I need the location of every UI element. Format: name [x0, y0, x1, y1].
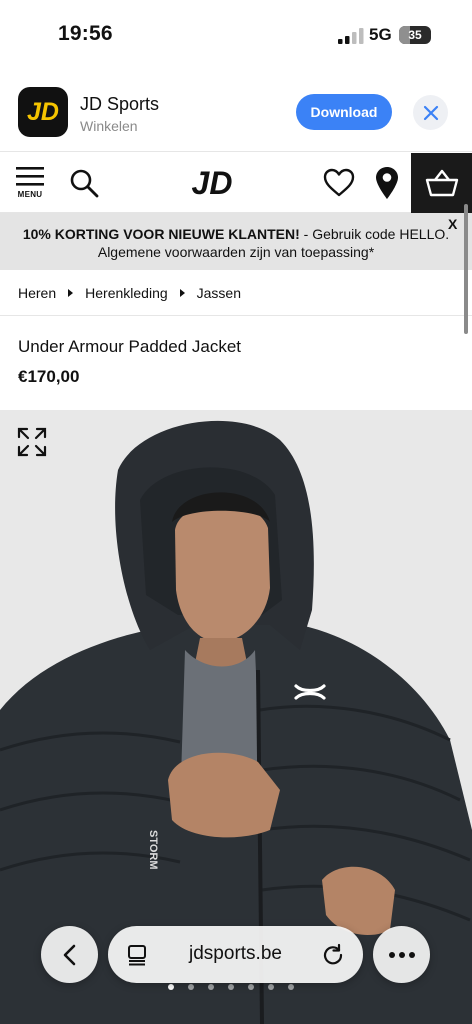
breadcrumb-separator-icon — [179, 289, 185, 297]
battery-percentage: 35 — [408, 28, 422, 42]
expand-image-button[interactable] — [16, 426, 48, 458]
app-name: JD Sports — [80, 94, 160, 114]
search-icon[interactable] — [68, 167, 100, 199]
status-time: 19:56 — [58, 22, 113, 45]
jd-logo[interactable]: JD — [188, 165, 236, 201]
hamburger-icon — [16, 167, 44, 186]
carousel-dot[interactable] — [248, 984, 254, 990]
jd-app-logo: JD — [18, 87, 68, 137]
carousel-dot[interactable] — [208, 984, 214, 990]
more-dots-icon — [388, 951, 415, 958]
heart-icon[interactable] — [322, 167, 356, 199]
basket-icon — [425, 169, 458, 197]
page-scrollbar[interactable] — [464, 204, 468, 334]
promo-headline: 10% KORTING VOOR NIEUWE KLANTEN! — [22, 226, 300, 242]
download-button[interactable]: Download — [296, 94, 392, 130]
carousel-dots — [168, 984, 294, 990]
product-price: €170,00 — [18, 367, 80, 386]
product-title: Under Armour Padded Jacket — [18, 337, 242, 356]
location-pin-icon[interactable] — [374, 165, 400, 201]
breadcrumb-separator-icon — [68, 289, 74, 297]
battery-icon: 35 — [399, 26, 431, 44]
network-type: 5G — [369, 25, 392, 44]
breadcrumb: Heren Herenkleding Jassen — [18, 284, 241, 302]
divider — [0, 315, 472, 316]
status-bar: 19:56 5G 35 — [0, 0, 472, 72]
expand-icon — [17, 427, 47, 457]
sleeve-print-text: STORM — [147, 830, 159, 870]
breadcrumb-item-jassen[interactable]: Jassen — [197, 285, 241, 301]
chevron-left-icon — [63, 944, 75, 965]
menu-label: MENU — [17, 190, 43, 199]
address-bar[interactable]: jdsports.be — [108, 926, 363, 983]
close-banner-button[interactable] — [413, 95, 448, 130]
promo-banner: 10% KORTING VOOR NIEUWE KLANTEN! - Gebru… — [0, 213, 472, 270]
app-logo-text: JD — [27, 98, 59, 126]
promo-close-button[interactable]: X — [448, 215, 457, 233]
reload-icon[interactable] — [322, 943, 344, 965]
jd-logo-text: JD — [192, 165, 233, 201]
app-category: Winkelen — [80, 118, 138, 134]
browser-back-button[interactable] — [41, 926, 98, 983]
site-header: MENU JD — [0, 153, 472, 213]
carousel-dot[interactable] — [288, 984, 294, 990]
basket-button[interactable] — [411, 153, 472, 213]
breadcrumb-item-herenkleding[interactable]: Herenkleding — [85, 285, 168, 301]
carousel-dot[interactable] — [168, 984, 174, 990]
menu-button[interactable]: MENU — [14, 165, 46, 205]
cellular-signal-icon — [338, 28, 364, 44]
browser-more-button[interactable] — [373, 926, 430, 983]
carousel-dot[interactable] — [228, 984, 234, 990]
carousel-dot[interactable] — [268, 984, 274, 990]
breadcrumb-item-heren[interactable]: Heren — [18, 285, 56, 301]
app-banner: JD JD Sports Winkelen Download — [0, 72, 472, 152]
carousel-dot[interactable] — [188, 984, 194, 990]
close-icon — [423, 105, 438, 120]
